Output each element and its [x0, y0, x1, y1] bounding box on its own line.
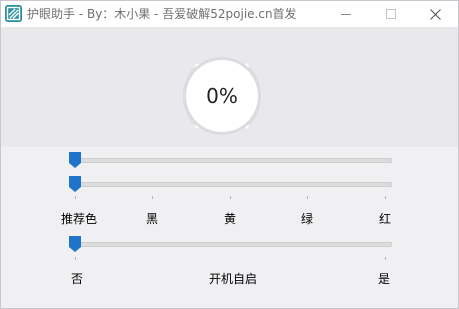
slider-color-thumb[interactable]: [69, 176, 81, 192]
slider-color-track[interactable]: [75, 182, 392, 187]
maximize-button[interactable]: [368, 1, 413, 27]
color-option-red: 红: [379, 212, 392, 226]
title-bar[interactable]: 护眼助手 - By：木小果 - 吾爱破解52pojie.cn首发: [1, 1, 458, 27]
tick-mark: [75, 196, 76, 199]
tick-mark: [75, 257, 76, 260]
tick-mark: [385, 257, 386, 260]
autostart-yes-label: 是: [378, 272, 391, 286]
autostart-no-label: 否: [71, 272, 84, 286]
tick-mark: [385, 196, 386, 199]
slider-1-thumb[interactable]: [69, 152, 81, 168]
slider-1-track[interactable]: [75, 158, 392, 163]
gauge-value: 0%: [206, 84, 238, 108]
app-logo-icon: [5, 5, 22, 22]
minimize-icon: [340, 14, 351, 15]
window-title: 护眼助手 - By：木小果 - 吾爱破解52pojie.cn首发: [27, 7, 297, 21]
tick-mark: [152, 196, 153, 199]
gauge-panel: 0%: [1, 27, 458, 147]
color-option-green: 绿: [301, 212, 314, 226]
tick-mark: [307, 196, 308, 199]
slider-autostart-thumb[interactable]: [69, 236, 81, 252]
color-option-recommended: 推荐色: [61, 212, 98, 226]
color-option-yellow: 黄: [224, 212, 237, 226]
minimize-button[interactable]: [323, 1, 368, 27]
slider-autostart-track[interactable]: [75, 242, 392, 247]
app-window: 护眼助手 - By：木小果 - 吾爱破解52pojie.cn首发 0% 推荐色 …: [0, 0, 459, 309]
autostart-title-label: 开机自启: [209, 272, 258, 286]
close-icon: [430, 8, 441, 20]
gauge-center: 0%: [186, 60, 258, 132]
controls-panel: 推荐色 黑 黄 绿 红 否 开机自启 是: [1, 147, 458, 308]
maximize-icon: [385, 9, 396, 19]
tick-mark: [230, 196, 231, 199]
progress-gauge: 0%: [171, 51, 271, 151]
color-option-black: 黑: [146, 212, 159, 226]
close-button[interactable]: [413, 1, 458, 27]
